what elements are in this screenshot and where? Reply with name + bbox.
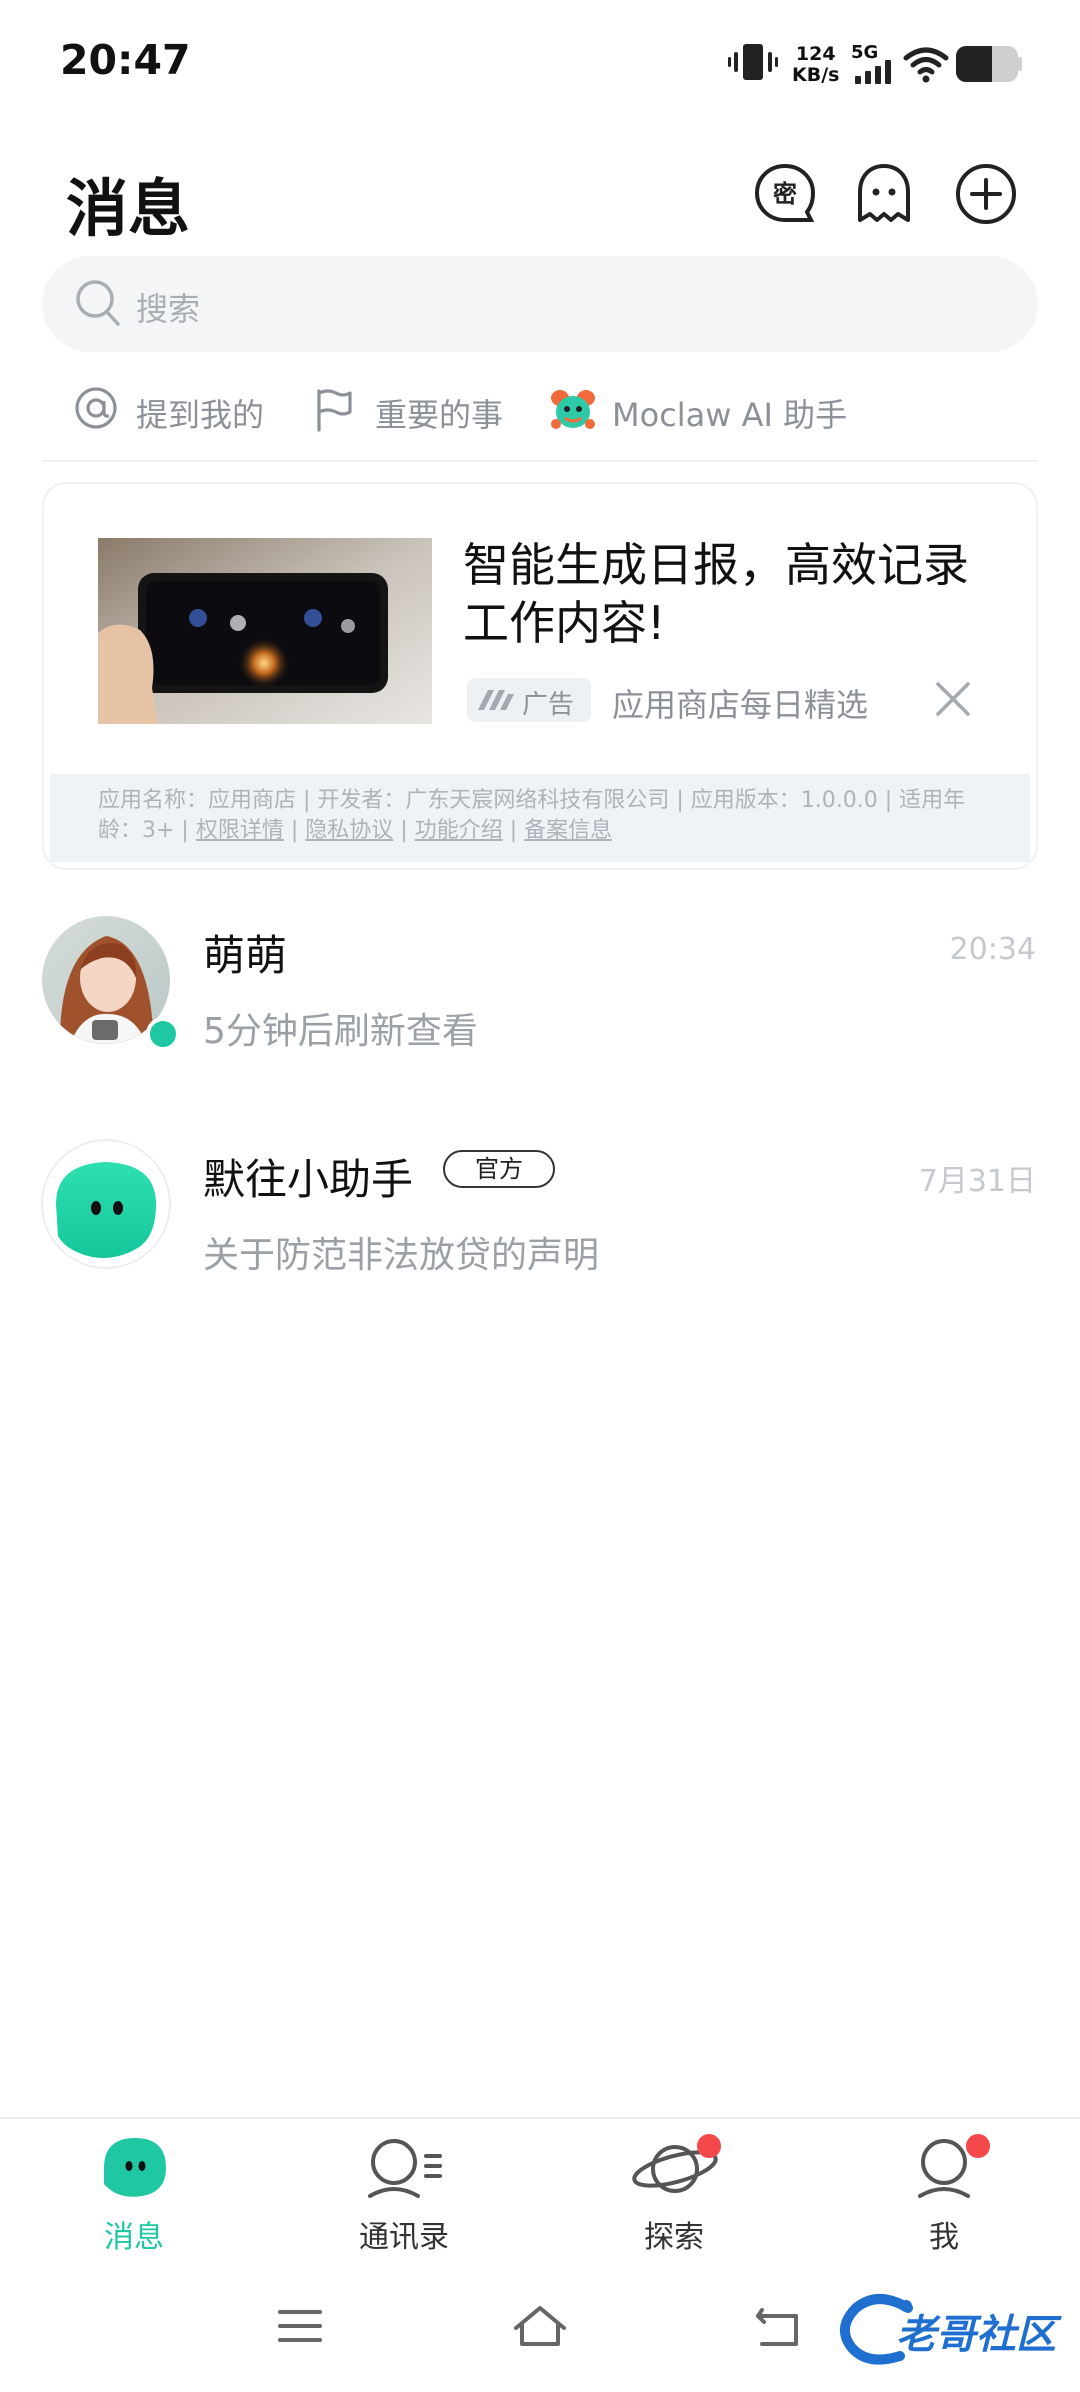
message-tab-icon — [104, 2138, 166, 2197]
search-icon — [76, 280, 120, 326]
ad-image[interactable] — [98, 538, 432, 724]
bottom-nav-divider — [0, 2117, 1080, 2119]
chat-name: 默往小助手 — [203, 1155, 414, 1204]
tab-me-label: 我 — [929, 2220, 959, 2255]
ad-title[interactable]: 智能生成日报，高效记录工作内容! — [463, 536, 983, 652]
avatar[interactable] — [40, 1138, 176, 1274]
ad-info-text: 应用名称：应用商店 | 开发者：广东天宸网络科技有限公司 | 应用版本：1.0.… — [98, 788, 966, 843]
at-icon — [75, 387, 117, 429]
battery-icon — [956, 46, 1022, 82]
contacts-tab-icon — [368, 2139, 442, 2198]
online-status-dot — [146, 1017, 180, 1051]
back-icon[interactable] — [752, 2302, 804, 2350]
chat-last-message: 关于防范非法放贷的声明 — [203, 1235, 600, 1276]
ad-source: 应用商店每日精选 — [612, 686, 869, 724]
official-badge: 官方 — [443, 1150, 555, 1188]
flag-icon — [317, 389, 352, 432]
ad-logo-icon — [478, 690, 514, 710]
vibrate-icon — [728, 44, 778, 80]
link-privacy[interactable]: 隐私协议 — [305, 818, 393, 843]
home-icon[interactable] — [510, 2302, 570, 2350]
me-badge-dot — [966, 2134, 990, 2158]
network-speed: 124 KB/s — [792, 43, 840, 86]
tab-messages-label: 消息 — [104, 2220, 164, 2255]
ghost-icon[interactable] — [852, 162, 916, 226]
link-features[interactable]: 功能介绍 — [415, 818, 503, 843]
link-filing[interactable]: 备案信息 — [524, 818, 612, 843]
filter-important[interactable]: 重要的事 — [375, 390, 503, 436]
chat-name: 萌萌 — [203, 931, 288, 980]
chat-time: 7月31日 — [918, 1164, 1036, 1199]
chat-last-message: 5分钟后刷新查看 — [203, 1011, 478, 1052]
wifi-icon — [903, 47, 949, 83]
status-time: 20:47 — [60, 36, 191, 84]
filter-mentions[interactable]: 提到我的 — [136, 390, 264, 436]
explore-badge-dot — [697, 2134, 721, 2158]
watermark-text: 老哥社区 — [896, 2312, 1056, 2358]
page-title: 消息 — [66, 172, 191, 245]
secret-chat-icon[interactable]: 密 — [753, 162, 817, 226]
moclaw-mascot-icon — [551, 390, 595, 429]
menu-icon[interactable] — [276, 2306, 324, 2346]
ad-badge-label: 广告 — [522, 690, 575, 720]
filter-moclaw-ai[interactable]: Moclaw AI 助手 — [612, 390, 847, 436]
link-permissions[interactable]: 权限详情 — [196, 818, 284, 843]
tab-contacts-label: 通讯录 — [359, 2220, 449, 2255]
tab-explore-label: 探索 — [644, 2220, 704, 2255]
signal-icon — [855, 60, 891, 84]
divider — [42, 460, 1038, 462]
search-placeholder: 搜索 — [136, 290, 201, 328]
chat-time: 20:34 — [949, 932, 1036, 967]
svg-text:密: 密 — [773, 180, 797, 208]
plus-circle-icon[interactable] — [954, 162, 1018, 226]
close-icon[interactable] — [934, 680, 972, 718]
